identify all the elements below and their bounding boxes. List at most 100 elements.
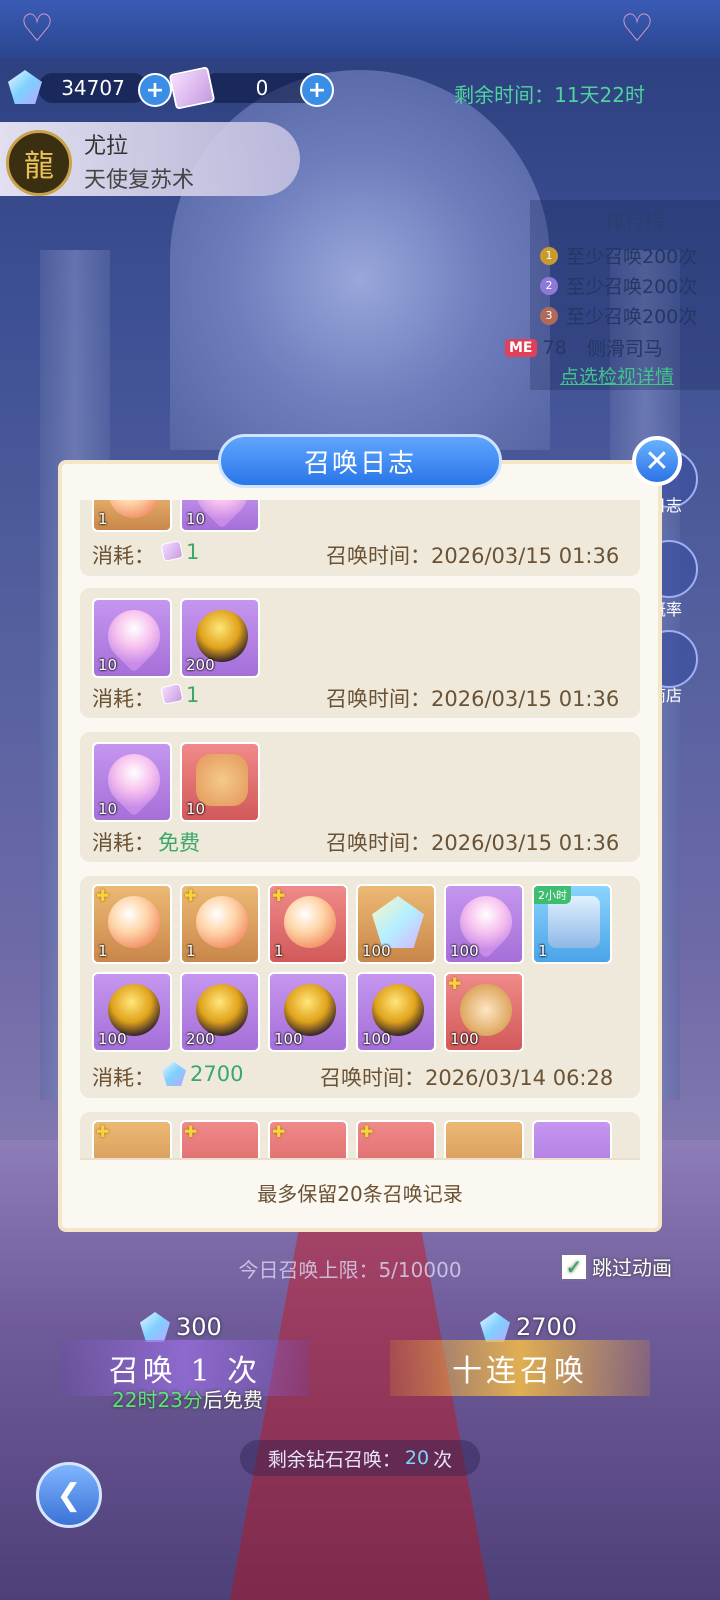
item-quantity: 10 (98, 800, 118, 818)
item-egg[interactable]: 200 (180, 972, 260, 1052)
item-shard[interactable]: ✚ (92, 1120, 172, 1158)
diamond-icon (162, 1062, 186, 1086)
remaining-time-label: 剩余时间： (454, 83, 555, 107)
item-coin[interactable]: ✚ 100 (444, 972, 524, 1052)
summon-time: 召唤时间：2026/03/15 01:36 (326, 540, 619, 570)
item-heart[interactable] (532, 1120, 612, 1158)
divider (80, 1158, 640, 1160)
puzzle-icon: ✚ (96, 886, 110, 905)
rank-text: 至少召唤200次 (566, 306, 698, 328)
character-coin-icon (460, 984, 512, 1036)
item-quantity: 1 (274, 942, 284, 960)
item-quantity: 10 (186, 800, 206, 818)
item-heart[interactable]: 10 (180, 500, 260, 532)
dragon-icon: 龍 (6, 130, 72, 196)
item-gem[interactable] (444, 1120, 524, 1158)
item-quantity: 10 (98, 656, 118, 674)
item-quantity: 200 (186, 1030, 215, 1048)
bronze-medal-icon: 3 (540, 306, 558, 325)
skip-animation-label: 跳过动画 (592, 1256, 672, 1280)
log-record: ✚ ✚ ✚ ✚ (80, 1112, 640, 1158)
cost-value: 1 (186, 683, 200, 707)
shard-icon (108, 500, 160, 518)
summon-time-label: 召唤时间： (326, 831, 431, 855)
item-heart[interactable]: 10 (92, 598, 172, 678)
skip-animation-toggle[interactable]: ✓ 跳过动画 (560, 1252, 672, 1281)
summon-ticket-icon (168, 66, 216, 110)
rank-row: 2 至少召唤200次 (540, 272, 697, 299)
item-heart[interactable]: 10 (92, 742, 172, 822)
dragon-icon (196, 754, 248, 806)
item-egg[interactable]: 100 (92, 972, 172, 1052)
my-rank: ME 78 侧滑司马 (505, 334, 663, 361)
item-quantity: 100 (98, 1030, 127, 1048)
item-quantity: 1 (538, 942, 548, 960)
puzzle-icon: ✚ (184, 886, 198, 905)
close-button[interactable]: ✕ (632, 436, 682, 486)
cost-label: 消耗： (92, 1066, 155, 1090)
check-icon[interactable]: ✓ (560, 1252, 588, 1281)
add-ticket-button[interactable]: + (300, 73, 334, 107)
item-shard[interactable]: ✚ 1 (180, 884, 260, 964)
item-shard[interactable]: ✚ (268, 1120, 348, 1158)
summon-time-label: 召唤时间： (326, 544, 431, 568)
view-details-link[interactable]: 点选检视详情 (560, 362, 674, 389)
item-dragon[interactable]: 10 (180, 742, 260, 822)
summon-log-list[interactable]: 1 10 消耗： 1 召唤时间：2026/03/15 01:36 10 200 … (80, 500, 640, 1158)
me-badge: ME (505, 338, 537, 357)
diamond-icon (140, 1312, 170, 1342)
log-record: 10 200 消耗： 1 召唤时间：2026/03/15 01:36 (80, 588, 640, 718)
summon-ticket-icon (160, 540, 184, 562)
item-egg[interactable]: 100 (268, 972, 348, 1052)
item-egg[interactable]: 200 (180, 598, 260, 678)
rank-row: 3 至少召唤200次 (540, 302, 697, 329)
shard-icon (108, 896, 160, 948)
hero-subtitle: 天使复苏术 (84, 168, 195, 193)
heart-icon: ♡ (620, 6, 655, 50)
log-record: ✚ 1 ✚ 1 ✚ 1 100 100 2小时 1 100 200 100 100 ✚ 1… (80, 876, 640, 1098)
item-shard[interactable]: ✚ (180, 1120, 260, 1158)
remaining-time-value: 11天22时 (554, 83, 645, 107)
item-quantity: 10 (186, 510, 206, 528)
single-cost: 300 (140, 1312, 222, 1342)
ten-cost-value: 2700 (516, 1313, 578, 1341)
cost-value: 2700 (190, 1062, 244, 1086)
item-quantity: 100 (362, 942, 391, 960)
summon-time-value: 2026/03/14 06:28 (425, 1066, 614, 1090)
log-record: 10 10 消耗： 免费 召唤时间：2026/03/15 01:36 (80, 732, 640, 862)
remaining-summons-count: 20 (404, 1447, 430, 1469)
puzzle-icon: ✚ (272, 1122, 286, 1141)
golden-egg-icon (108, 984, 160, 1036)
cost-label: 消耗： (92, 831, 155, 855)
item-shard[interactable]: 1 (92, 500, 172, 532)
diamond-icon (480, 1312, 510, 1342)
cost-label: 消耗： (92, 687, 155, 711)
item-heart[interactable]: 100 (444, 884, 524, 964)
item-shard[interactable]: ✚ (356, 1120, 436, 1158)
gold-medal-icon: 1 (540, 246, 558, 265)
record-limit-note: 最多保留20条召唤记录 (257, 1181, 463, 1206)
single-cost-value: 300 (176, 1313, 222, 1341)
silver-medal-icon: 2 (540, 276, 558, 295)
my-rank-count: 78 (542, 336, 567, 359)
cost-value: 免费 (158, 831, 200, 855)
log-record: 1 10 消耗： 1 召唤时间：2026/03/15 01:36 (80, 500, 640, 576)
hero-banner[interactable]: 龍 尤拉 天使复苏术 (0, 122, 300, 196)
summon-ten-button[interactable]: 十连召唤 (390, 1340, 650, 1396)
remaining-diamond-summons: 剩余钻石召唤： 20 次 (240, 1440, 480, 1476)
item-shard[interactable]: ✚ 1 (268, 884, 348, 964)
item-chest[interactable]: 2小时 1 (532, 884, 612, 964)
hero-name: 尤拉 (84, 134, 129, 159)
item-quantity: 1 (98, 510, 108, 528)
item-egg[interactable]: 100 (356, 972, 436, 1052)
item-gem[interactable]: 100 (356, 884, 436, 964)
item-shard[interactable]: ✚ 1 (92, 884, 172, 964)
add-diamond-button[interactable]: + (138, 73, 172, 107)
item-quantity: 1 (186, 942, 196, 960)
free-countdown-time: 22时23分 (112, 1388, 203, 1412)
back-button[interactable]: ❮ (36, 1462, 102, 1528)
daily-limit-label: 今日召唤上限： (238, 1258, 379, 1282)
puzzle-icon: ✚ (448, 974, 462, 993)
heart-icon: ♡ (20, 6, 55, 50)
puzzle-icon: ✚ (360, 1122, 374, 1141)
